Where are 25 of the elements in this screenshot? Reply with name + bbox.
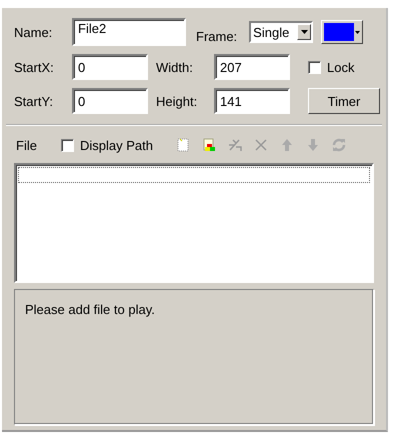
file-label: File [16,138,37,152]
height-field[interactable]: 141 [214,88,290,114]
startx-field[interactable]: 0 [72,54,148,80]
lock-checkbox[interactable] [308,60,321,74]
color-picker[interactable] [321,20,364,44]
width-label: Width: [156,60,194,74]
starty-label: StartY: [14,94,54,108]
message-text: Please add file to play. [25,302,155,317]
width-field[interactable]: 207 [214,54,290,80]
add-file-icon[interactable] [200,137,217,153]
starty-field[interactable]: 0 [72,88,148,114]
new-file-icon[interactable] [174,137,191,153]
height-label: Height: [156,94,198,108]
timer-button[interactable]: Timer [308,88,380,114]
checkbox-label: Display Path [80,138,153,152]
name-label: Name: [14,24,54,40]
startx-label: StartX: [14,60,55,74]
frame-dropdown[interactable]: Single [249,21,314,43]
caret-icon[interactable] [300,30,308,34]
file-list[interactable] [14,163,374,283]
checkbox-label: Lock [327,60,354,74]
frame-label: Frame: [196,28,238,44]
caret-icon[interactable] [355,30,360,34]
display-path-checkbox[interactable] [60,138,74,152]
name-field[interactable]: File2 [72,18,186,46]
